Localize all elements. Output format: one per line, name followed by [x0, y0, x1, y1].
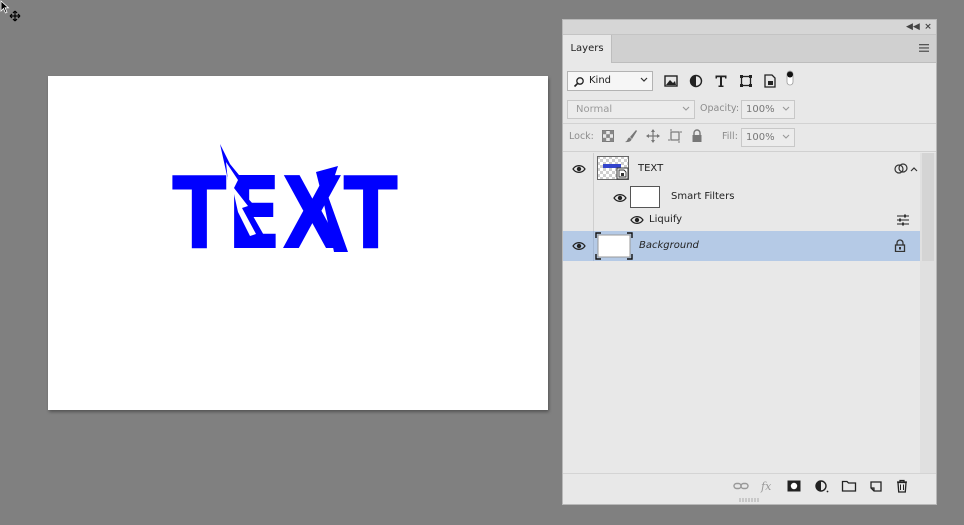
- search-icon: [573, 77, 584, 88]
- shape-filter-icon[interactable]: [738, 73, 754, 89]
- chevron-down-icon: [682, 106, 690, 111]
- blend-mode-select[interactable]: Normal: [567, 100, 695, 119]
- layers-panel: ◀◀ × Layers Kind Normal Opacity: 100% Lo…: [562, 19, 937, 505]
- layer-row-liquify[interactable]: Liquify: [563, 209, 920, 231]
- lock-all-icon[interactable]: [689, 128, 705, 144]
- double-chevron-left-icon[interactable]: ◀◀: [906, 21, 920, 33]
- fill-field[interactable]: 100%: [741, 128, 795, 147]
- filter-toggle-switch[interactable]: [786, 70, 794, 86]
- type-filter-icon[interactable]: [713, 73, 729, 89]
- layer-name-smart-filters: Smart Filters: [671, 191, 735, 202]
- pixel-filter-icon[interactable]: [663, 73, 679, 89]
- layer-name-background[interactable]: Background: [639, 240, 699, 251]
- lock-transparent-pixels-icon[interactable]: [600, 128, 616, 144]
- scrollbar-thumb[interactable]: [922, 153, 934, 261]
- tab-row: Layers: [563, 35, 936, 63]
- panel-titlebar[interactable]: ◀◀ ×: [563, 20, 936, 35]
- filter-mask-thumbnail[interactable]: [630, 186, 660, 208]
- resize-grip[interactable]: [739, 498, 761, 502]
- opacity-value: 100%: [746, 104, 775, 115]
- scrollbar[interactable]: [920, 153, 936, 473]
- eye-icon[interactable]: [613, 193, 627, 203]
- fill-label: Fill:: [722, 131, 738, 142]
- layer-row-background[interactable]: Background: [563, 231, 920, 261]
- layer-row-smart-filters[interactable]: Smart Filters: [563, 185, 920, 231]
- trash-icon[interactable]: [894, 479, 910, 493]
- background-thumbnail: [595, 232, 633, 260]
- svg-text:fx: fx: [760, 480, 772, 493]
- new-layer-icon[interactable]: [868, 479, 884, 493]
- divider: [593, 231, 594, 261]
- layers-list: TEXT Smart Filters Liquify Background: [563, 153, 920, 473]
- divider: [563, 151, 936, 152]
- move-cursor-icon: [0, 0, 21, 22]
- layer-name-text[interactable]: TEXT: [638, 163, 663, 174]
- canvas-text-art: TEXT: [172, 155, 398, 272]
- lock-label: Lock:: [569, 131, 594, 142]
- document-canvas[interactable]: TEXT: [48, 76, 548, 410]
- chevron-up-icon[interactable]: [910, 166, 918, 172]
- new-group-folder-icon[interactable]: [841, 479, 857, 493]
- tab-layers[interactable]: Layers: [563, 35, 612, 63]
- divider: [563, 123, 936, 124]
- lock-image-pixels-icon[interactable]: [623, 128, 639, 144]
- chevron-down-icon: [782, 134, 790, 139]
- fill-value: 100%: [746, 132, 775, 143]
- chevron-down-icon: [782, 106, 790, 111]
- add-mask-icon[interactable]: [786, 479, 802, 493]
- filter-kind-select[interactable]: Kind: [567, 71, 653, 91]
- link-layers-icon[interactable]: [733, 479, 749, 493]
- divider: [593, 153, 594, 185]
- layer-row-text[interactable]: TEXT: [563, 153, 920, 185]
- filter-kind-label: Kind: [589, 75, 612, 86]
- eye-icon[interactable]: [630, 215, 644, 225]
- opacity-label: Opacity:: [700, 103, 740, 114]
- fx-layer-style-icon[interactable]: fx: [760, 479, 776, 493]
- lock-artboard-icon[interactable]: [667, 128, 683, 144]
- adjustment-layer-icon[interactable]: [814, 479, 830, 493]
- filter-blending-options-icon[interactable]: [896, 214, 910, 226]
- eye-icon[interactable]: [572, 241, 586, 251]
- close-icon[interactable]: ×: [922, 21, 934, 33]
- hamburger-menu-icon[interactable]: [918, 43, 930, 53]
- lock-position-icon[interactable]: [645, 128, 661, 144]
- opacity-field[interactable]: 100%: [741, 100, 795, 119]
- layer-name-liquify: Liquify: [649, 214, 683, 225]
- layers-bottom-toolbar: fx: [563, 473, 936, 498]
- smart-filter-badge-icon[interactable]: [894, 162, 908, 176]
- smart-object-filter-icon[interactable]: [762, 73, 778, 89]
- adjustment-filter-icon[interactable]: [688, 73, 704, 89]
- blend-mode-value: Normal: [576, 104, 613, 115]
- smart-object-thumbnail: [597, 156, 629, 180]
- eye-icon[interactable]: [572, 164, 586, 174]
- chevron-down-icon: [640, 77, 648, 82]
- lock-icon[interactable]: [894, 239, 906, 252]
